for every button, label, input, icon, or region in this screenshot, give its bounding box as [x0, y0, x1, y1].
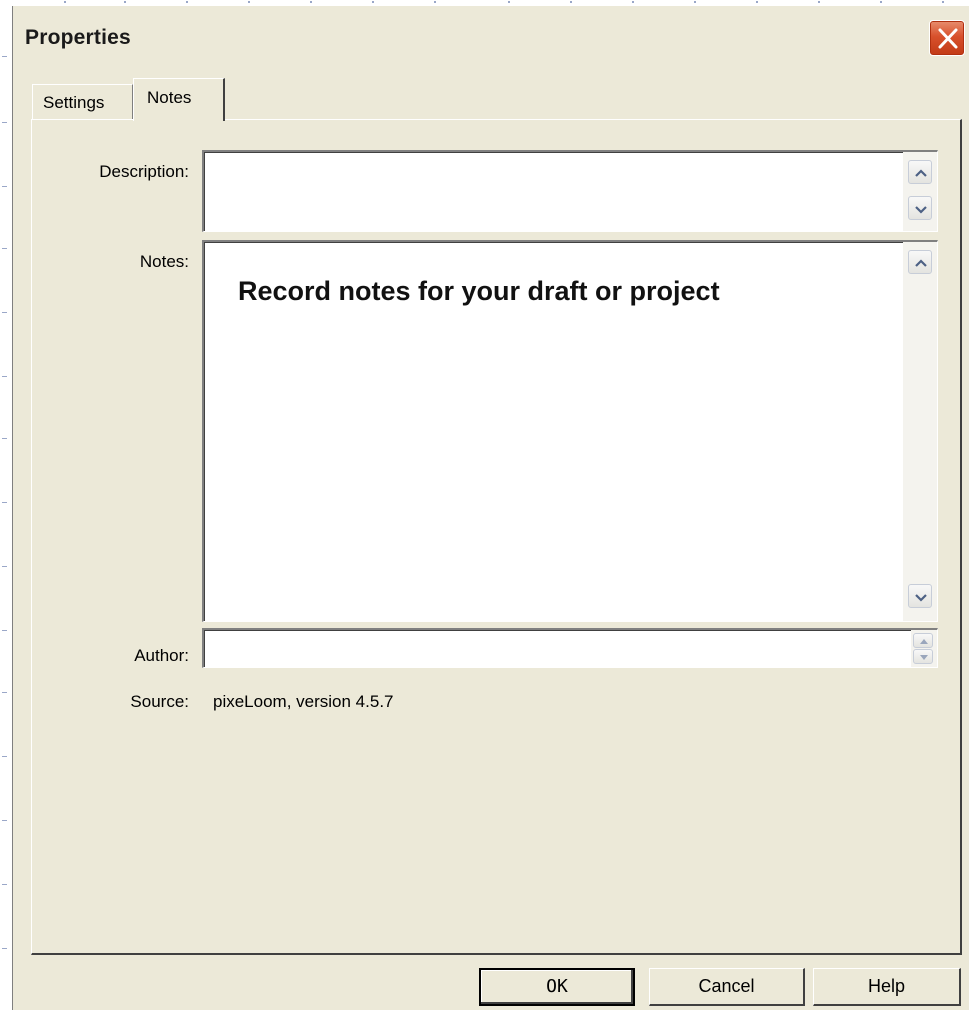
window-title: Properties: [25, 26, 131, 49]
chevron-down-icon: [915, 206, 927, 214]
author-field[interactable]: [202, 628, 938, 668]
chevron-up-icon: [915, 169, 927, 177]
notes-label: Notes:: [139, 252, 189, 271]
notes-textarea[interactable]: Record notes for your draft or project: [202, 240, 938, 622]
tab-settings-label: Settings: [43, 93, 105, 112]
source-value: pixeLoom, version 4.5.7: [213, 692, 394, 711]
ok-button[interactable]: OK: [479, 968, 635, 1006]
properties-dialog: Properties Settings Notes Description: N…: [12, 6, 969, 1010]
notes-value: Record notes for your draft or project: [238, 276, 720, 306]
author-label: Author:: [134, 646, 189, 665]
author-spin-up-button[interactable]: [913, 633, 933, 648]
description-field[interactable]: [202, 150, 938, 232]
chevron-down-icon: [915, 594, 927, 602]
notes-scroll-down-button[interactable]: [908, 584, 932, 608]
title-bar: Properties: [13, 6, 969, 68]
description-scrollbar[interactable]: [903, 152, 937, 231]
description-scroll-down-button[interactable]: [908, 196, 932, 220]
description-scroll-up-button[interactable]: [908, 160, 932, 184]
tab-notes-label: Notes: [147, 88, 192, 107]
author-spinner[interactable]: [911, 630, 937, 667]
cancel-button[interactable]: Cancel: [649, 968, 805, 1006]
notes-scroll-up-button[interactable]: [908, 250, 932, 274]
chevron-up-icon: [915, 259, 927, 267]
author-spin-down-button[interactable]: [913, 649, 933, 664]
tab-notes[interactable]: Notes: [133, 78, 225, 121]
arrow-down-icon: [920, 655, 928, 660]
notes-scrollbar[interactable]: [903, 242, 937, 621]
help-button[interactable]: Help: [813, 968, 961, 1006]
tab-settings[interactable]: Settings: [32, 84, 133, 119]
screen: Properties Settings Notes Description: N…: [0, 0, 969, 1010]
left-edge-marks: [2, 56, 7, 949]
arrow-up-icon: [920, 639, 928, 644]
close-button[interactable]: [929, 20, 965, 56]
close-icon: [938, 28, 958, 49]
description-label: Description:: [99, 162, 189, 181]
source-label: Source:: [130, 692, 189, 711]
